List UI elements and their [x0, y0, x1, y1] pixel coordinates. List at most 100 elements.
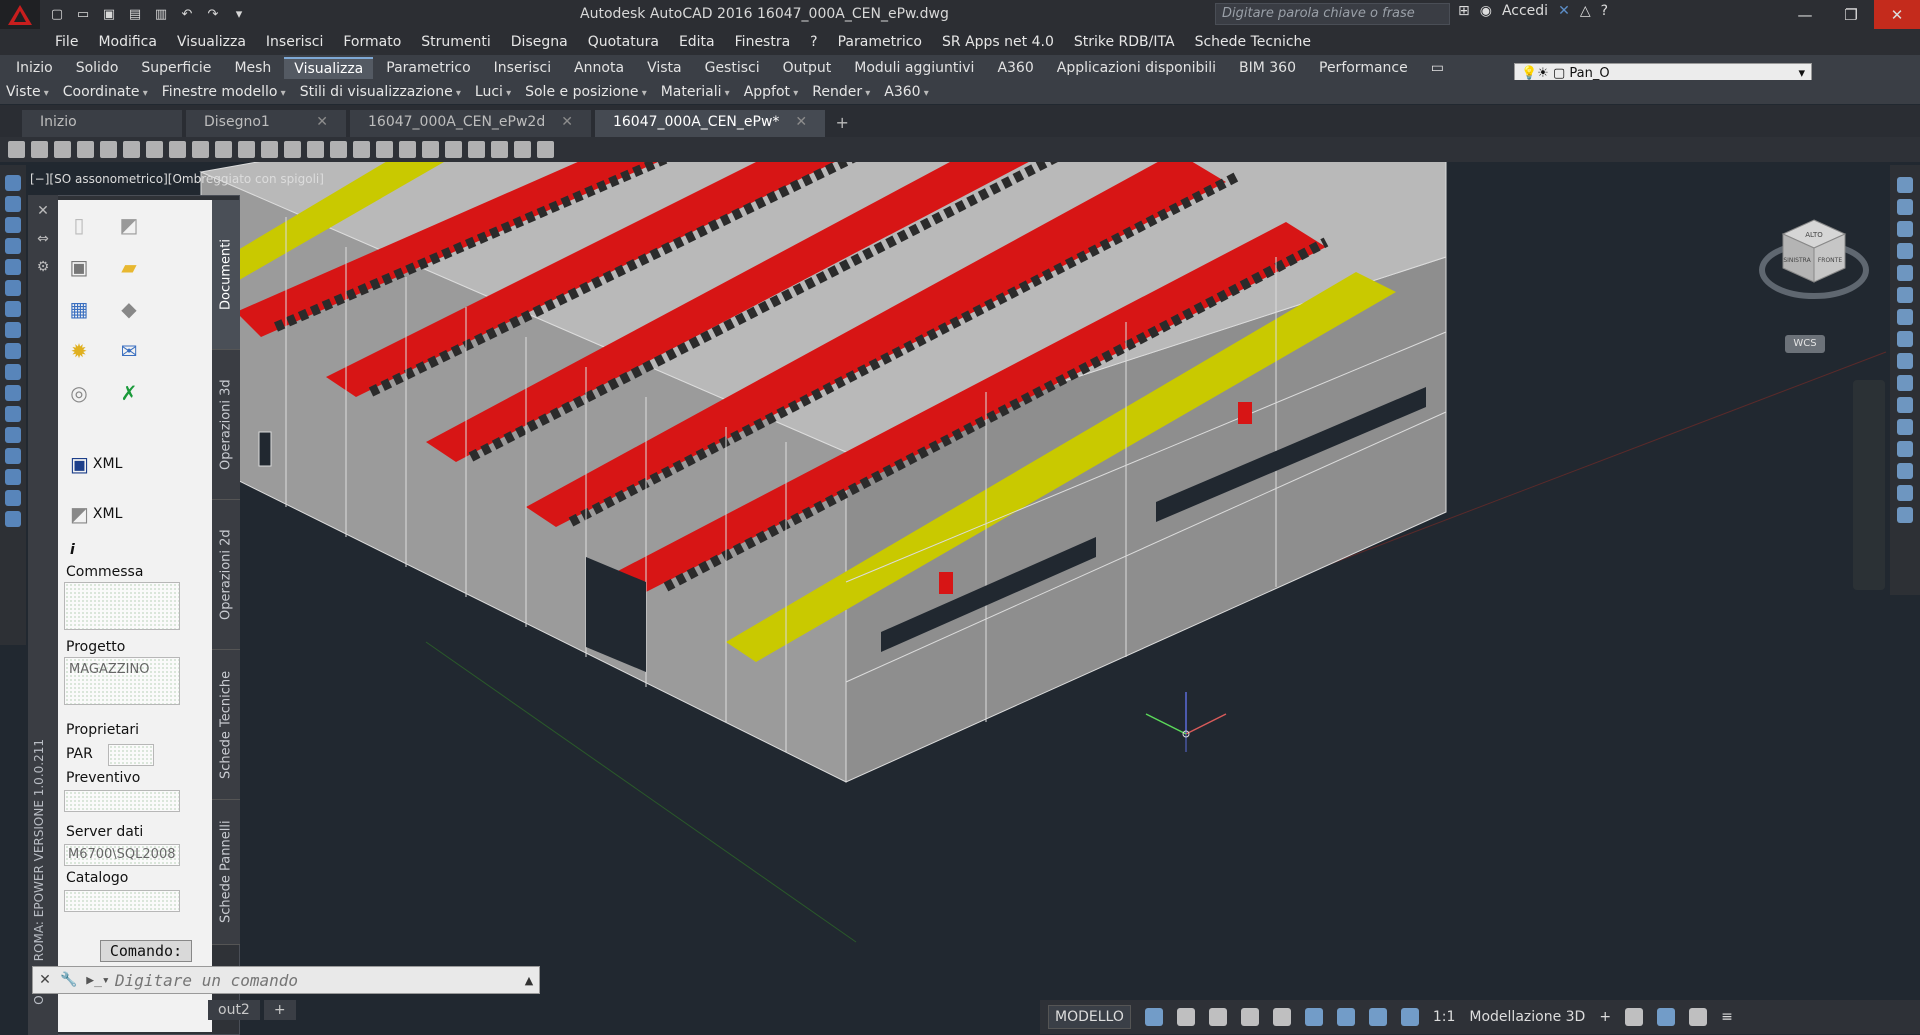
palette-tab-documenti[interactable]: Documenti	[212, 200, 240, 350]
panel-finestre-modello[interactable]: Finestre modello	[162, 84, 286, 100]
tool-match-icon[interactable]	[238, 141, 255, 158]
calendar-icon[interactable]: ▦	[66, 296, 92, 322]
tool-copy-icon[interactable]	[192, 141, 209, 158]
ribbon-minimize-icon[interactable]: ▭	[1421, 58, 1454, 78]
progetto-field[interactable]: MAGAZZINO	[64, 657, 180, 705]
tool-markup-icon[interactable]	[491, 141, 508, 158]
tool-open-icon[interactable]	[31, 141, 48, 158]
menu-edita[interactable]: Edita	[679, 34, 715, 50]
menu-inserisci[interactable]: Inserisci	[266, 34, 323, 50]
customize-icon[interactable]: ≡	[1721, 1009, 1733, 1025]
mail-icon[interactable]: ✉	[116, 338, 142, 364]
menu-disegna[interactable]: Disegna	[511, 34, 568, 50]
ellipse-tool-icon[interactable]	[5, 364, 21, 380]
save-document-icon[interactable]: ▣	[66, 254, 92, 280]
spline-tool-icon[interactable]	[5, 343, 21, 359]
palette-autohide-icon[interactable]: ⇔	[33, 231, 53, 251]
print-icon[interactable]: ▥	[150, 5, 172, 25]
file-tab-epw2d[interactable]: 16047_000A_CEN_ePw2d ✕	[350, 110, 591, 137]
autoscale-icon[interactable]	[1400, 1008, 1419, 1026]
chamfer-tool-icon[interactable]	[1897, 463, 1913, 479]
tool-zoom-prev-icon[interactable]	[376, 141, 393, 158]
search-input[interactable]: Digitare parola chiave o frase	[1215, 3, 1450, 25]
tool-help-icon[interactable]	[537, 141, 554, 158]
osnap-toggle-icon[interactable]	[1272, 1008, 1291, 1026]
ribbon-tab-output[interactable]: Output	[773, 58, 842, 78]
move-tool-icon[interactable]	[1897, 287, 1913, 303]
ribbon-tab-solido[interactable]: Solido	[66, 58, 129, 78]
new-document-icon[interactable]: ▯	[66, 212, 92, 238]
rectangle-tool-icon[interactable]	[5, 259, 21, 275]
menu-parametrico[interactable]: Parametrico	[838, 34, 922, 50]
viewcube[interactable]: ALTO SINISTRA FRONTE	[1757, 210, 1872, 320]
panel-coordinate[interactable]: Coordinate	[63, 84, 148, 100]
add-layout-icon[interactable]: +	[263, 1000, 296, 1020]
tool-properties-icon[interactable]	[399, 141, 416, 158]
panel-luci[interactable]: Luci	[475, 84, 511, 100]
palette-close-icon[interactable]: ✕	[33, 203, 53, 223]
extend-tool-icon[interactable]	[1897, 397, 1913, 413]
settings-icon[interactable]: ✹	[66, 338, 92, 364]
grid-toggle-icon[interactable]	[1144, 1008, 1163, 1026]
user-icon[interactable]: ◉	[1480, 3, 1492, 19]
catalogo-field[interactable]	[64, 890, 180, 912]
join-tool-icon[interactable]	[1897, 441, 1913, 457]
open-document-icon[interactable]: ◩	[116, 212, 142, 238]
menu-formato[interactable]: Formato	[343, 34, 401, 50]
ribbon-tab-bim360[interactable]: BIM 360	[1229, 58, 1306, 78]
undo-icon[interactable]: ↶	[176, 5, 198, 25]
model-viewport[interactable]	[26, 162, 1890, 998]
layout-tab-2[interactable]: out2	[208, 1000, 260, 1020]
server-field[interactable]: M6700\SQL2008	[64, 844, 180, 866]
qat-dropdown-icon[interactable]: ▾	[228, 5, 250, 25]
close-tab-icon[interactable]: ✕	[795, 114, 807, 133]
new-icon[interactable]: ▢	[46, 5, 68, 25]
clean-screen-icon[interactable]	[1689, 1008, 1708, 1026]
tool-undo-icon[interactable]	[261, 141, 278, 158]
menu-strike[interactable]: Strike RDB/ITA	[1074, 34, 1175, 50]
panel-a360[interactable]: A360	[884, 84, 929, 100]
trim-tool-icon[interactable]	[1897, 375, 1913, 391]
ribbon-tab-moduli[interactable]: Moduli aggiuntivi	[844, 58, 984, 78]
tool-publish-icon[interactable]	[146, 141, 163, 158]
circle-tool-icon[interactable]	[5, 301, 21, 317]
close-tab-icon[interactable]: ✕	[316, 114, 328, 133]
hardware-accel-icon[interactable]	[1657, 1008, 1676, 1026]
panel-viste[interactable]: Viste	[6, 84, 49, 100]
open-icon[interactable]: ▭	[72, 5, 94, 25]
line-tool-icon[interactable]	[5, 175, 21, 191]
ribbon-tab-parametrico[interactable]: Parametrico	[376, 58, 480, 78]
palette-tab-operazioni-2d[interactable]: Operazioni 2d	[212, 500, 240, 650]
text-tool-icon[interactable]	[5, 511, 21, 527]
gradient-tool-icon[interactable]	[5, 448, 21, 464]
ribbon-tab-applicazioni[interactable]: Applicazioni disponibili	[1047, 58, 1226, 78]
palette-tab-operazioni-3d[interactable]: Operazioni 3d	[212, 350, 240, 500]
autocad-logo-icon[interactable]	[0, 0, 40, 29]
tool-redo-icon[interactable]	[284, 141, 301, 158]
arc-tool-icon[interactable]	[5, 280, 21, 296]
help-icon[interactable]: ?	[1601, 3, 1608, 19]
tool-print-icon[interactable]	[77, 141, 94, 158]
viewport-controls-label[interactable]: [−][SO assonometrico][Ombreggiato con sp…	[30, 172, 324, 186]
rotate-tool-icon[interactable]	[1897, 309, 1913, 325]
palette-properties-icon[interactable]: ⚙	[33, 259, 53, 279]
binoculars-icon[interactable]: ⊞	[1458, 3, 1470, 19]
model-space-button[interactable]: MODELLO	[1048, 1005, 1131, 1029]
menu-modifica[interactable]: Modifica	[98, 34, 157, 50]
command-input[interactable]	[115, 968, 519, 992]
tool-palettes-icon[interactable]	[445, 141, 462, 158]
wcs-menu[interactable]: WCS	[1785, 335, 1825, 353]
save-as-icon[interactable]: ▤	[124, 5, 146, 25]
ribbon-tab-mesh[interactable]: Mesh	[224, 58, 281, 78]
fillet-tool-icon[interactable]	[1897, 485, 1913, 501]
ribbon-tab-a360[interactable]: A360	[987, 58, 1043, 78]
ribbon-tab-superficie[interactable]: Superficie	[131, 58, 221, 78]
mirror-tool-icon[interactable]	[1897, 221, 1913, 237]
ribbon-tab-inizio[interactable]: Inizio	[6, 58, 63, 78]
ribbon-tab-inserisci[interactable]: Inserisci	[484, 58, 561, 78]
tool-paste-icon[interactable]	[215, 141, 232, 158]
xline-tool-icon[interactable]	[5, 196, 21, 212]
exchange-icon[interactable]: ✕	[1558, 3, 1570, 19]
command-history-icon[interactable]: ▲	[519, 974, 539, 987]
block-tool-icon[interactable]	[5, 385, 21, 401]
